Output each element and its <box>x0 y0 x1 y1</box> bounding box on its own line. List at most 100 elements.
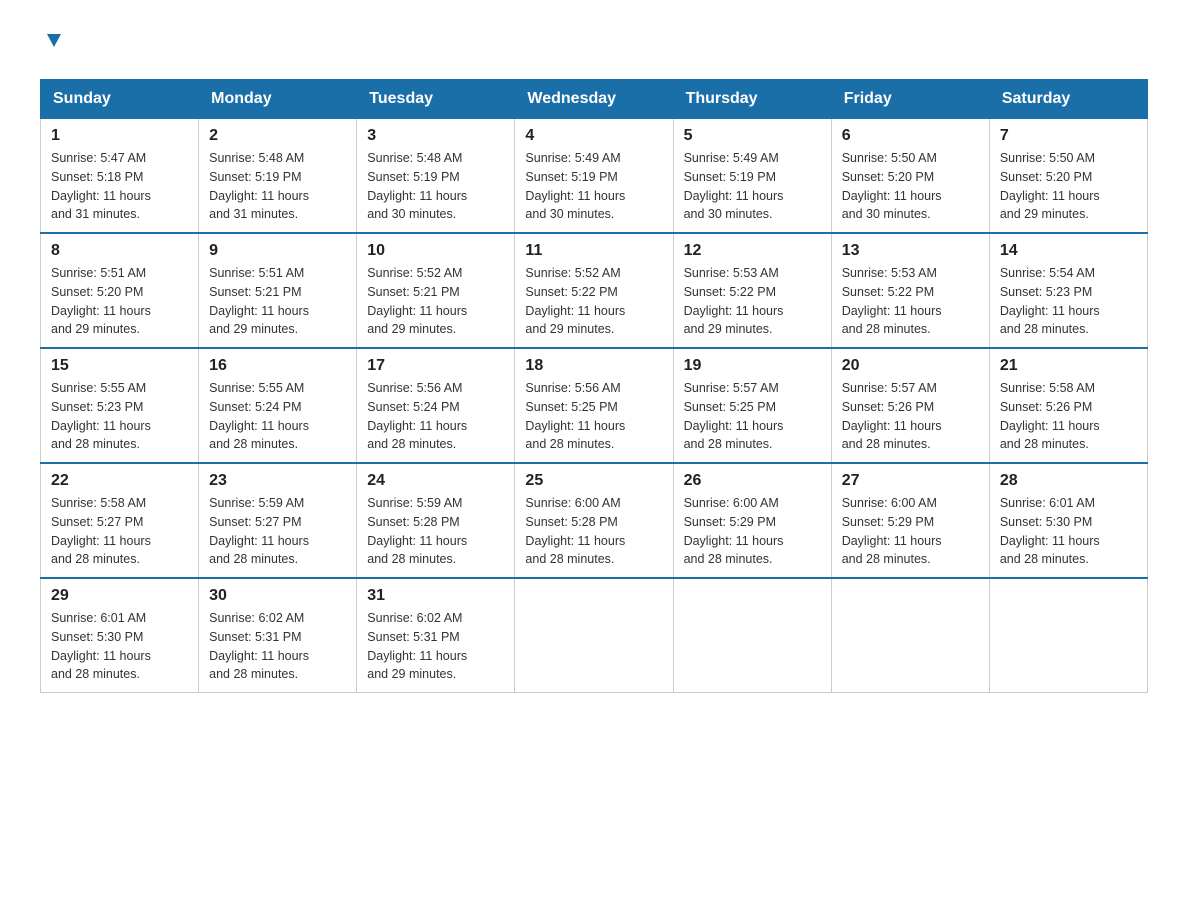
calendar-cell: 11 Sunrise: 5:52 AM Sunset: 5:22 PM Dayl… <box>515 233 673 348</box>
calendar-week-row: 29 Sunrise: 6:01 AM Sunset: 5:30 PM Dayl… <box>41 578 1148 693</box>
calendar-cell: 12 Sunrise: 5:53 AM Sunset: 5:22 PM Dayl… <box>673 233 831 348</box>
day-number: 15 <box>51 357 188 375</box>
day-number: 1 <box>51 127 188 145</box>
calendar-cell: 26 Sunrise: 6:00 AM Sunset: 5:29 PM Dayl… <box>673 463 831 578</box>
day-number: 26 <box>684 472 821 490</box>
day-number: 21 <box>1000 357 1137 375</box>
column-header-thursday: Thursday <box>673 80 831 119</box>
calendar-cell: 2 Sunrise: 5:48 AM Sunset: 5:19 PM Dayli… <box>199 119 357 234</box>
calendar-cell <box>515 578 673 693</box>
logo <box>40 30 65 59</box>
calendar-cell: 5 Sunrise: 5:49 AM Sunset: 5:19 PM Dayli… <box>673 119 831 234</box>
calendar-week-row: 22 Sunrise: 5:58 AM Sunset: 5:27 PM Dayl… <box>41 463 1148 578</box>
day-info: Sunrise: 5:56 AM Sunset: 5:24 PM Dayligh… <box>367 379 504 454</box>
calendar-cell: 8 Sunrise: 5:51 AM Sunset: 5:20 PM Dayli… <box>41 233 199 348</box>
day-number: 3 <box>367 127 504 145</box>
calendar-cell <box>673 578 831 693</box>
day-number: 7 <box>1000 127 1137 145</box>
day-info: Sunrise: 5:57 AM Sunset: 5:25 PM Dayligh… <box>684 379 821 454</box>
day-info: Sunrise: 5:59 AM Sunset: 5:27 PM Dayligh… <box>209 494 346 569</box>
day-info: Sunrise: 5:52 AM Sunset: 5:22 PM Dayligh… <box>525 264 662 339</box>
day-info: Sunrise: 5:50 AM Sunset: 5:20 PM Dayligh… <box>1000 149 1137 224</box>
calendar-cell: 15 Sunrise: 5:55 AM Sunset: 5:23 PM Dayl… <box>41 348 199 463</box>
day-info: Sunrise: 5:50 AM Sunset: 5:20 PM Dayligh… <box>842 149 979 224</box>
calendar-cell: 30 Sunrise: 6:02 AM Sunset: 5:31 PM Dayl… <box>199 578 357 693</box>
day-number: 28 <box>1000 472 1137 490</box>
column-header-saturday: Saturday <box>989 80 1147 119</box>
calendar-week-row: 8 Sunrise: 5:51 AM Sunset: 5:20 PM Dayli… <box>41 233 1148 348</box>
day-number: 10 <box>367 242 504 260</box>
day-number: 17 <box>367 357 504 375</box>
column-header-friday: Friday <box>831 80 989 119</box>
calendar-week-row: 1 Sunrise: 5:47 AM Sunset: 5:18 PM Dayli… <box>41 119 1148 234</box>
day-number: 22 <box>51 472 188 490</box>
day-info: Sunrise: 5:55 AM Sunset: 5:24 PM Dayligh… <box>209 379 346 454</box>
calendar-header-row: SundayMondayTuesdayWednesdayThursdayFrid… <box>41 80 1148 119</box>
day-number: 11 <box>525 242 662 260</box>
day-number: 16 <box>209 357 346 375</box>
calendar-cell: 25 Sunrise: 6:00 AM Sunset: 5:28 PM Dayl… <box>515 463 673 578</box>
day-number: 24 <box>367 472 504 490</box>
calendar-cell <box>989 578 1147 693</box>
calendar-cell: 14 Sunrise: 5:54 AM Sunset: 5:23 PM Dayl… <box>989 233 1147 348</box>
day-number: 14 <box>1000 242 1137 260</box>
page-header <box>40 30 1148 59</box>
day-number: 25 <box>525 472 662 490</box>
calendar-cell: 9 Sunrise: 5:51 AM Sunset: 5:21 PM Dayli… <box>199 233 357 348</box>
day-number: 20 <box>842 357 979 375</box>
day-info: Sunrise: 5:47 AM Sunset: 5:18 PM Dayligh… <box>51 149 188 224</box>
calendar-cell: 7 Sunrise: 5:50 AM Sunset: 5:20 PM Dayli… <box>989 119 1147 234</box>
column-header-wednesday: Wednesday <box>515 80 673 119</box>
calendar-cell: 6 Sunrise: 5:50 AM Sunset: 5:20 PM Dayli… <box>831 119 989 234</box>
day-number: 29 <box>51 587 188 605</box>
calendar-cell <box>831 578 989 693</box>
day-info: Sunrise: 5:51 AM Sunset: 5:20 PM Dayligh… <box>51 264 188 339</box>
day-number: 9 <box>209 242 346 260</box>
calendar-cell: 29 Sunrise: 6:01 AM Sunset: 5:30 PM Dayl… <box>41 578 199 693</box>
day-number: 2 <box>209 127 346 145</box>
column-header-monday: Monday <box>199 80 357 119</box>
calendar-cell: 21 Sunrise: 5:58 AM Sunset: 5:26 PM Dayl… <box>989 348 1147 463</box>
calendar-week-row: 15 Sunrise: 5:55 AM Sunset: 5:23 PM Dayl… <box>41 348 1148 463</box>
calendar-cell: 18 Sunrise: 5:56 AM Sunset: 5:25 PM Dayl… <box>515 348 673 463</box>
calendar-table: SundayMondayTuesdayWednesdayThursdayFrid… <box>40 79 1148 693</box>
calendar-cell: 17 Sunrise: 5:56 AM Sunset: 5:24 PM Dayl… <box>357 348 515 463</box>
day-number: 8 <box>51 242 188 260</box>
calendar-cell: 3 Sunrise: 5:48 AM Sunset: 5:19 PM Dayli… <box>357 119 515 234</box>
day-info: Sunrise: 6:00 AM Sunset: 5:28 PM Dayligh… <box>525 494 662 569</box>
day-info: Sunrise: 6:00 AM Sunset: 5:29 PM Dayligh… <box>842 494 979 569</box>
day-info: Sunrise: 6:00 AM Sunset: 5:29 PM Dayligh… <box>684 494 821 569</box>
calendar-cell: 4 Sunrise: 5:49 AM Sunset: 5:19 PM Dayli… <box>515 119 673 234</box>
day-info: Sunrise: 5:48 AM Sunset: 5:19 PM Dayligh… <box>209 149 346 224</box>
day-info: Sunrise: 5:56 AM Sunset: 5:25 PM Dayligh… <box>525 379 662 454</box>
day-number: 30 <box>209 587 346 605</box>
column-header-sunday: Sunday <box>41 80 199 119</box>
day-info: Sunrise: 5:55 AM Sunset: 5:23 PM Dayligh… <box>51 379 188 454</box>
day-info: Sunrise: 5:58 AM Sunset: 5:27 PM Dayligh… <box>51 494 188 569</box>
calendar-cell: 27 Sunrise: 6:00 AM Sunset: 5:29 PM Dayl… <box>831 463 989 578</box>
calendar-cell: 28 Sunrise: 6:01 AM Sunset: 5:30 PM Dayl… <box>989 463 1147 578</box>
calendar-cell: 24 Sunrise: 5:59 AM Sunset: 5:28 PM Dayl… <box>357 463 515 578</box>
day-info: Sunrise: 6:02 AM Sunset: 5:31 PM Dayligh… <box>367 609 504 684</box>
day-info: Sunrise: 5:52 AM Sunset: 5:21 PM Dayligh… <box>367 264 504 339</box>
day-info: Sunrise: 6:01 AM Sunset: 5:30 PM Dayligh… <box>51 609 188 684</box>
logo-arrow-icon <box>43 30 65 57</box>
day-number: 6 <box>842 127 979 145</box>
calendar-cell: 31 Sunrise: 6:02 AM Sunset: 5:31 PM Dayl… <box>357 578 515 693</box>
day-number: 4 <box>525 127 662 145</box>
calendar-cell: 1 Sunrise: 5:47 AM Sunset: 5:18 PM Dayli… <box>41 119 199 234</box>
day-info: Sunrise: 5:51 AM Sunset: 5:21 PM Dayligh… <box>209 264 346 339</box>
day-info: Sunrise: 5:59 AM Sunset: 5:28 PM Dayligh… <box>367 494 504 569</box>
day-number: 19 <box>684 357 821 375</box>
day-info: Sunrise: 6:02 AM Sunset: 5:31 PM Dayligh… <box>209 609 346 684</box>
day-info: Sunrise: 5:48 AM Sunset: 5:19 PM Dayligh… <box>367 149 504 224</box>
day-info: Sunrise: 6:01 AM Sunset: 5:30 PM Dayligh… <box>1000 494 1137 569</box>
day-info: Sunrise: 5:58 AM Sunset: 5:26 PM Dayligh… <box>1000 379 1137 454</box>
day-number: 12 <box>684 242 821 260</box>
day-number: 23 <box>209 472 346 490</box>
calendar-cell: 10 Sunrise: 5:52 AM Sunset: 5:21 PM Dayl… <box>357 233 515 348</box>
day-info: Sunrise: 5:49 AM Sunset: 5:19 PM Dayligh… <box>525 149 662 224</box>
day-number: 5 <box>684 127 821 145</box>
calendar-cell: 20 Sunrise: 5:57 AM Sunset: 5:26 PM Dayl… <box>831 348 989 463</box>
calendar-cell: 16 Sunrise: 5:55 AM Sunset: 5:24 PM Dayl… <box>199 348 357 463</box>
